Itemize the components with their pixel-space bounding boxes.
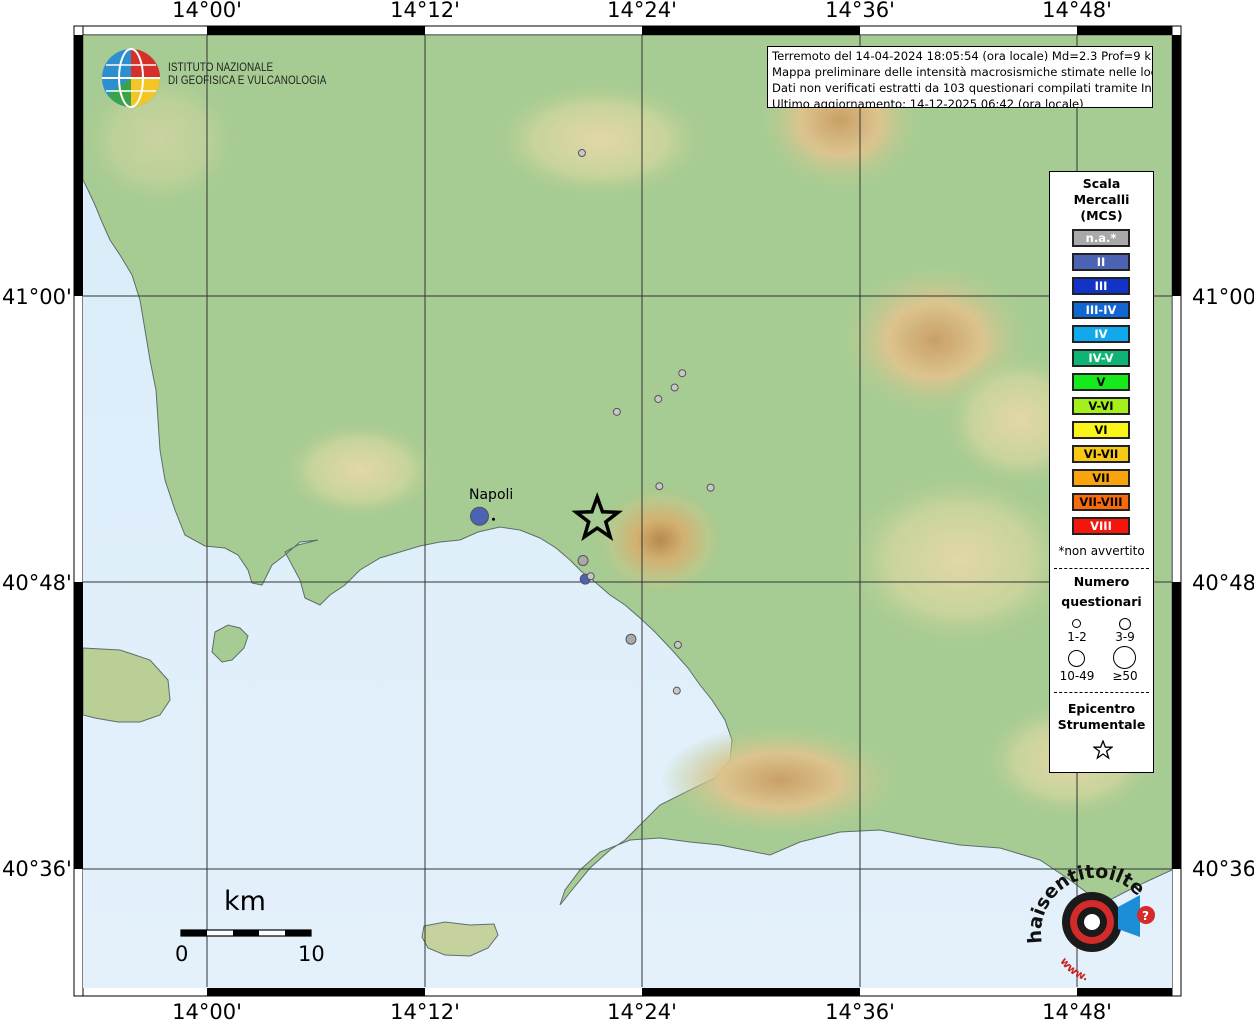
observation-point[interactable] (655, 482, 664, 491)
institute-name-line2: DI GEOFISICA E VULCANOLOGIA (168, 75, 327, 87)
questionnaire-class-label: 10-49 (1059, 669, 1095, 683)
observation-point[interactable] (678, 369, 687, 378)
observation-point[interactable] (586, 572, 595, 581)
observation-point[interactable] (706, 483, 715, 492)
mcs-class-swatch: V-VI (1072, 397, 1130, 415)
mcs-class-swatch: VII-VIII (1072, 493, 1130, 511)
scale-bar-start: 0 (175, 942, 189, 966)
lon-label-top: 14°36' (825, 0, 895, 22)
hai-sentito-url: www. (1057, 955, 1089, 984)
questionnaire-size-3-9-icon (1119, 618, 1131, 630)
legend-title-line: Scala (1082, 176, 1121, 191)
lon-label-top: 14°48' (1042, 0, 1112, 22)
lon-label-top: 14°12' (390, 0, 460, 22)
mcs-class-swatch: VIII (1072, 517, 1130, 535)
mcs-class-swatch: VI-VII (1072, 445, 1130, 463)
lon-label-bottom: 14°24' (607, 1000, 677, 1024)
legend-separator (1054, 692, 1149, 693)
city-marker (492, 517, 495, 521)
observation-point[interactable] (670, 383, 679, 392)
lat-label-left: 41°00' (2, 285, 72, 309)
lon-label-bottom: 14°48' (1042, 1000, 1112, 1024)
lat-label-right: 41°00' (1192, 285, 1254, 309)
epicenter-title-line: Strumentale (1057, 717, 1146, 732)
observation-point[interactable] (654, 394, 663, 403)
lon-label-bottom: 14°36' (825, 1000, 895, 1024)
mcs-class-swatch: IV (1072, 325, 1130, 343)
info-line: Ultimo aggiornamento: 14-12-2025 06:42 (… (772, 97, 1084, 108)
legend-note: *non avvertito (1058, 544, 1145, 558)
info-line: Dati non verificati estratti da 103 ques… (772, 81, 1153, 95)
questionnaire-class-label: 3-9 (1115, 630, 1135, 644)
ingv-globe-logo (102, 48, 160, 108)
questionnaire-size-10-49-icon (1068, 650, 1085, 667)
epicenter-legend-star-icon (1093, 740, 1113, 760)
epicenter-title-line: Epicentro (1067, 701, 1136, 716)
lat-label-right: 40°48' (1192, 571, 1254, 595)
lon-label-bottom: 14°12' (390, 1000, 460, 1024)
lon-label-top: 14°24' (607, 0, 677, 22)
questionnaire-class-label: 1-2 (1067, 630, 1087, 644)
legend-title-line: Mercalli (1073, 192, 1130, 207)
questionnaire-title-line: questionari (1061, 594, 1142, 609)
lat-label-left: 40°48' (2, 571, 72, 595)
observation-point[interactable] (470, 506, 489, 526)
observation-point[interactable] (672, 686, 681, 695)
questionnaire-class-label: ≥50 (1112, 669, 1138, 683)
scale-bar-unit: km (224, 886, 266, 917)
questionnaire-size-1-2-icon (1072, 619, 1081, 628)
observation-point[interactable] (612, 407, 621, 416)
lon-label-bottom: 14°00' (172, 1000, 242, 1024)
observation-point[interactable] (577, 149, 586, 157)
svg-text:?: ? (1142, 909, 1149, 923)
event-info-box: Terremoto del 14-04-2024 18:05:54 (ora l… (767, 46, 1153, 108)
institute-name: ISTITUTO NAZIONALE DI GEOFISICA E VULCAN… (168, 62, 326, 88)
mcs-class-swatch: VII (1072, 469, 1130, 487)
observation-point[interactable] (673, 640, 682, 649)
scale-bar (180, 929, 312, 937)
mcs-class-swatch: III-IV (1072, 301, 1130, 319)
mcs-class-swatch: VI (1072, 421, 1130, 439)
lat-label-left: 40°36' (2, 857, 72, 881)
info-line: Terremoto del 14-04-2024 18:05:54 (ora l… (772, 49, 1153, 63)
institute-name-line1: ISTITUTO NAZIONALE (168, 62, 274, 74)
mcs-class-swatch: II (1072, 253, 1130, 271)
mcs-class-swatch: n.a.* (1072, 229, 1130, 247)
questionnaire-size-50-icon (1113, 646, 1136, 669)
mcs-class-swatch: IV-V (1072, 349, 1130, 367)
hai-sentito-logo[interactable]: haisentitoilterremoto.it www. ? (1024, 865, 1174, 985)
mcs-class-swatch: III (1072, 277, 1130, 295)
lat-label-right: 40°36' (1192, 857, 1254, 881)
legend-title-line: (MCS) (1080, 208, 1123, 223)
observation-point[interactable] (625, 633, 637, 645)
city-label-napoli: Napoli (469, 487, 514, 503)
observation-point[interactable] (577, 555, 589, 567)
legend-panel: Scala Mercalli (MCS) n.a.* II III III-IV IV I… (1049, 171, 1154, 773)
questionnaire-title-line: Numero (1073, 574, 1130, 589)
svg-text:www.: www. (1057, 955, 1089, 984)
mcs-class-swatch: V (1072, 373, 1130, 391)
legend-separator (1054, 568, 1149, 569)
info-line: Mappa preliminare delle intensità macros… (772, 65, 1153, 79)
lon-label-top: 14°00' (172, 0, 242, 22)
scale-bar-end: 10 (298, 942, 325, 966)
